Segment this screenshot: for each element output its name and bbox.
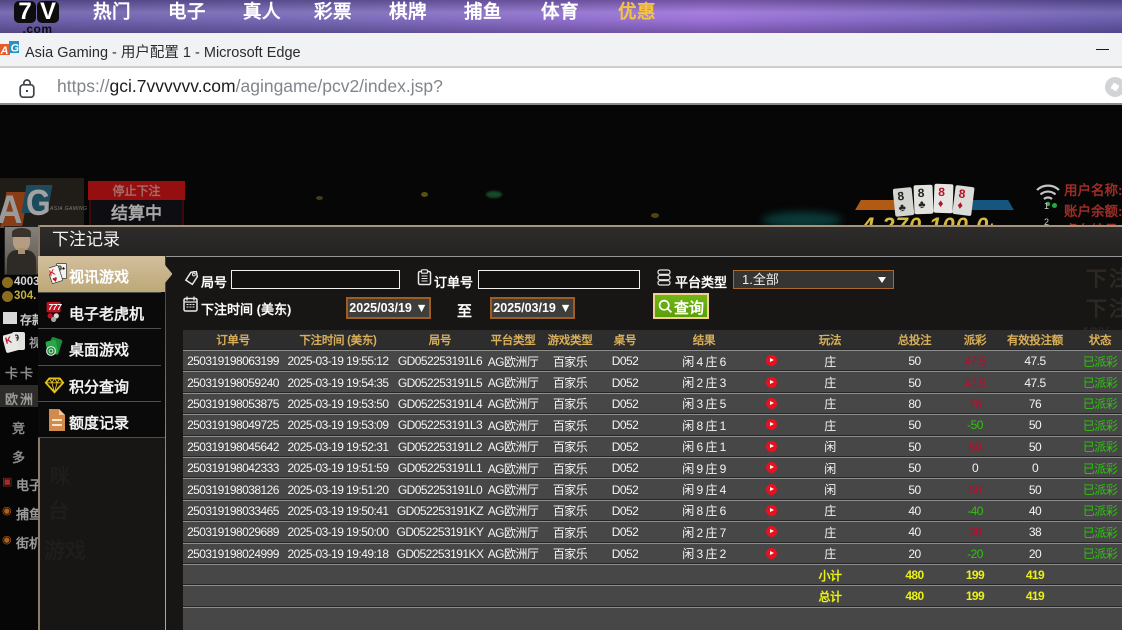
svg-text:♣: ♣ bbox=[918, 199, 926, 211]
svg-text:G: G bbox=[11, 43, 20, 55]
svg-text:777: 777 bbox=[48, 303, 62, 312]
svg-text:A: A bbox=[0, 45, 9, 57]
svg-text:♦: ♦ bbox=[938, 198, 944, 210]
svg-text:♠: ♠ bbox=[62, 266, 65, 272]
